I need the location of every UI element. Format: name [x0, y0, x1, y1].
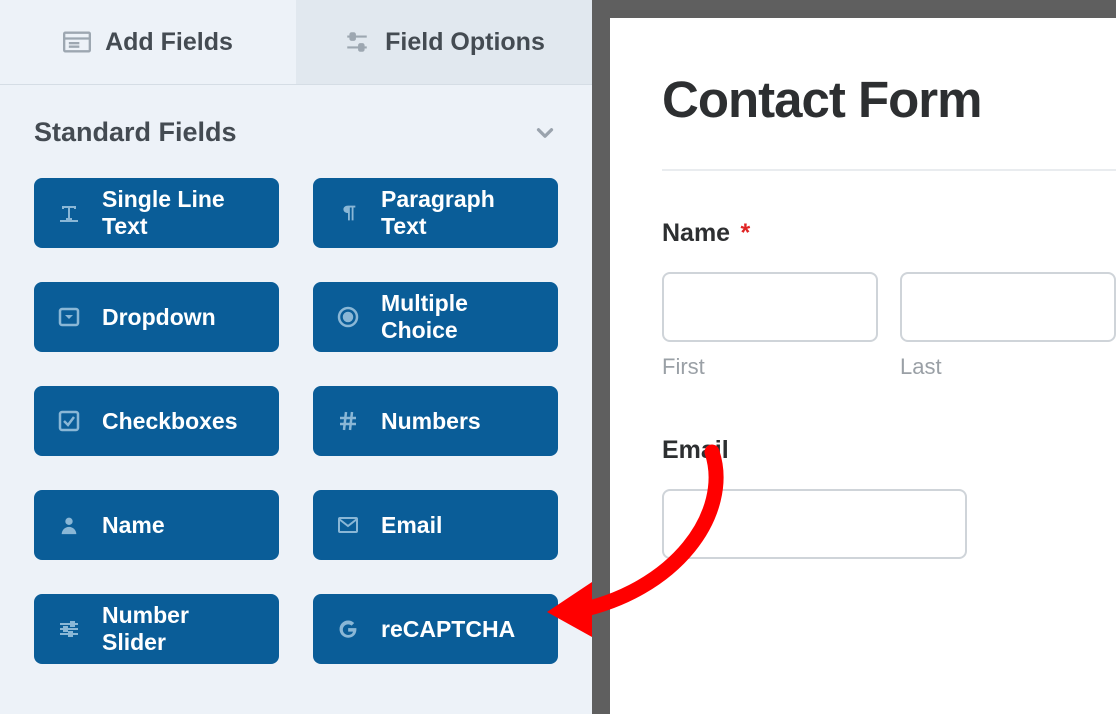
fields-grid: Single Line Text Paragraph Text Dropdown	[0, 168, 592, 698]
tab-add-fields[interactable]: Add Fields	[0, 0, 296, 84]
section-title: Standard Fields	[34, 117, 237, 148]
preview-panel: Contact Form Name * First Last Email	[592, 0, 1116, 714]
fields-panel: Add Fields Field Options Standard Fields	[0, 0, 592, 714]
preview-card: Contact Form Name * First Last Email	[610, 18, 1116, 714]
divider	[662, 169, 1116, 171]
form-icon	[63, 31, 91, 53]
sliders-icon	[343, 31, 371, 53]
radio-icon	[335, 304, 361, 330]
tab-field-options[interactable]: Field Options	[296, 0, 592, 84]
field-label: Paragraph Text	[381, 186, 536, 240]
field-dropdown[interactable]: Dropdown	[34, 282, 279, 352]
field-label: Number Slider	[102, 602, 257, 656]
first-name-input[interactable]	[662, 272, 878, 342]
chevron-down-icon	[532, 120, 558, 146]
field-single-line-text[interactable]: Single Line Text	[34, 178, 279, 248]
field-label: Multiple Choice	[381, 290, 536, 344]
email-field-group: Email	[662, 436, 1116, 559]
email-input[interactable]	[662, 489, 967, 559]
dropdown-icon	[56, 304, 82, 330]
first-sublabel: First	[662, 354, 878, 380]
field-label: Email	[381, 512, 442, 539]
email-label: Email	[662, 436, 729, 464]
field-label: reCAPTCHA	[381, 616, 515, 643]
tab-label: Add Fields	[105, 28, 233, 57]
paragraph-icon	[335, 200, 361, 226]
field-name[interactable]: Name	[34, 490, 279, 560]
field-email[interactable]: Email	[313, 490, 558, 560]
required-indicator: *	[741, 219, 751, 247]
last-name-input[interactable]	[900, 272, 1116, 342]
name-inputs-row: First Last	[662, 272, 1116, 380]
user-icon	[56, 512, 82, 538]
field-label: Name	[102, 512, 165, 539]
sliders-icon	[56, 616, 82, 642]
envelope-icon	[335, 512, 361, 538]
name-field-group: Name * First Last	[662, 219, 1116, 380]
section-header[interactable]: Standard Fields	[0, 85, 592, 168]
field-label: Dropdown	[102, 304, 216, 331]
text-icon	[56, 200, 82, 226]
last-sublabel: Last	[900, 354, 1116, 380]
field-number-slider[interactable]: Number Slider	[34, 594, 279, 664]
field-numbers[interactable]: Numbers	[313, 386, 558, 456]
field-paragraph-text[interactable]: Paragraph Text	[313, 178, 558, 248]
checkbox-icon	[56, 408, 82, 434]
field-checkboxes[interactable]: Checkboxes	[34, 386, 279, 456]
field-multiple-choice[interactable]: Multiple Choice	[313, 282, 558, 352]
field-recaptcha[interactable]: reCAPTCHA	[313, 594, 558, 664]
field-label: Numbers	[381, 408, 481, 435]
page-title: Contact Form	[662, 70, 1116, 129]
tab-label: Field Options	[385, 28, 545, 57]
google-icon	[335, 616, 361, 642]
hash-icon	[335, 408, 361, 434]
name-label: Name	[662, 219, 730, 247]
tabs: Add Fields Field Options	[0, 0, 592, 85]
field-label: Single Line Text	[102, 186, 257, 240]
field-label: Checkboxes	[102, 408, 238, 435]
